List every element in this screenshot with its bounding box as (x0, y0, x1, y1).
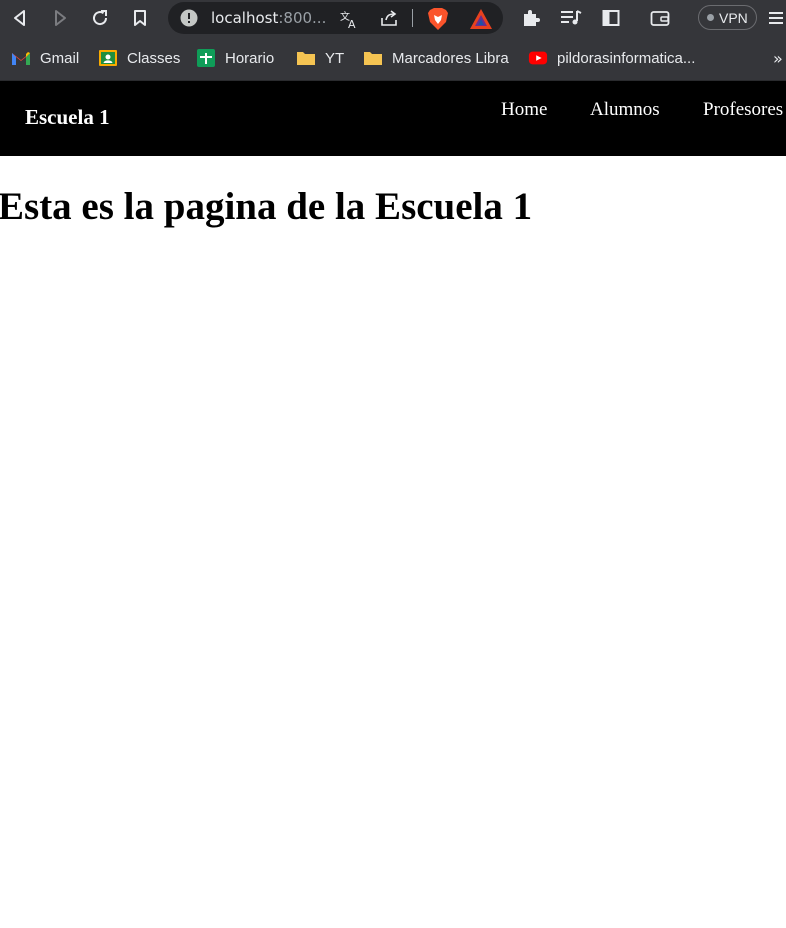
back-button[interactable] (6, 5, 34, 31)
puzzle-icon (524, 10, 540, 26)
menu-button[interactable] (766, 5, 786, 31)
reload-icon (93, 10, 108, 26)
forward-button[interactable] (46, 5, 74, 31)
folder-icon (297, 52, 315, 65)
google-sheets-icon (197, 49, 215, 67)
vpn-status-dot (707, 14, 714, 21)
brave-rewards-icon[interactable] (469, 8, 493, 30)
sidebar-icon (602, 10, 620, 26)
wallet-button[interactable] (646, 5, 674, 31)
bookmark-label: YT (325, 49, 345, 67)
brave-shields-icon[interactable] (427, 7, 449, 31)
forward-icon (55, 10, 66, 26)
wallet-icon (650, 11, 670, 26)
bookmark-label: Horario (225, 49, 275, 67)
bookmark-page-button[interactable] (126, 5, 154, 31)
sidebar-button[interactable] (597, 5, 625, 31)
youtube-icon (528, 51, 548, 65)
hamburger-menu-icon (769, 12, 783, 24)
page-heading: Esta es la pagina de la Escuela 1 (0, 185, 533, 228)
bookmark-label: Classes (127, 49, 181, 67)
bookmark-gmail[interactable]: Gmail (11, 48, 79, 68)
address-bar[interactable]: localhost:800... 文 A (168, 2, 503, 34)
media-controls-button[interactable] (557, 5, 585, 31)
url-text[interactable]: localhost:800... (211, 9, 326, 27)
bookmark-horario[interactable]: Horario (196, 48, 274, 68)
playlist-icon (561, 10, 582, 25)
bookmarks-bar: Gmail Classes Horario YT Marcadores Libr… (0, 37, 786, 81)
bookmark-label: Marcadores Libra (392, 49, 509, 67)
share-icon[interactable] (379, 8, 399, 28)
folder-icon (364, 52, 382, 65)
vpn-label: VPN (719, 9, 748, 26)
translate-icon[interactable]: 文 A (339, 9, 359, 29)
reload-button[interactable] (86, 5, 114, 31)
bookmark-label: pildorasinformatica... (557, 49, 696, 67)
bookmark-icon (134, 10, 146, 26)
vpn-button[interactable]: VPN (698, 5, 757, 30)
google-classroom-icon (99, 50, 117, 66)
site-info-icon[interactable] (180, 9, 198, 27)
back-icon (14, 10, 25, 26)
site-brand[interactable]: Escuela 1 (25, 105, 110, 130)
bookmarks-overflow-button[interactable]: » (773, 49, 783, 68)
browser-toolbar: localhost:800... 文 A VPN (0, 0, 786, 37)
bookmark-folder-yt[interactable]: YT (296, 48, 344, 68)
gmail-icon (12, 52, 30, 65)
bookmark-folder-marcadores[interactable]: Marcadores Libra (363, 48, 509, 68)
nav-link-profesores[interactable]: Profesores (703, 99, 783, 121)
bookmark-pildoras[interactable]: pildorasinformatica... (528, 48, 695, 68)
extensions-button[interactable] (517, 5, 545, 31)
bookmark-classes[interactable]: Classes (98, 48, 180, 68)
url-port: :800... (278, 9, 327, 27)
nav-link-alumnos[interactable]: Alumnos (590, 99, 660, 121)
url-host: localhost (211, 9, 279, 27)
site-navbar: Escuela 1 Home Alumnos Profesores (0, 81, 786, 156)
svg-text:A: A (348, 18, 356, 29)
bookmark-label: Gmail (40, 49, 80, 67)
address-divider (412, 9, 413, 27)
nav-link-home[interactable]: Home (501, 99, 547, 121)
